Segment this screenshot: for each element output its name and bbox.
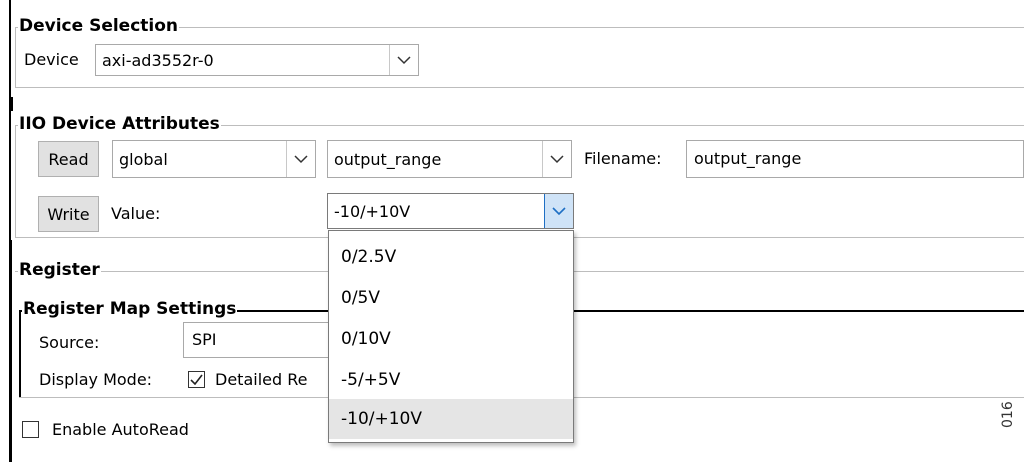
filename-label: Filename: (584, 149, 662, 168)
filename-field-value: output_range (694, 149, 802, 168)
detailed-checkbox-label: Detailed Re (215, 370, 308, 389)
attribute-combobox[interactable]: output_range (327, 140, 572, 178)
chevron-down-icon[interactable] (286, 141, 315, 177)
value-option-0-10v[interactable]: 0/10V (329, 319, 573, 359)
enable-autoread-label: Enable AutoRead (52, 420, 189, 439)
write-button[interactable]: Write (38, 196, 99, 232)
value-combobox-value: -10/+10V (334, 201, 411, 221)
device-selection-group-bottom-border (15, 87, 1024, 88)
device-selection-title: Device Selection (18, 15, 180, 37)
iio-group-left-border (15, 125, 16, 238)
source-field[interactable]: SPI (183, 322, 333, 358)
section-separator (9, 97, 13, 111)
detailed-checkbox[interactable] (188, 371, 205, 388)
value-option-0-2.5v[interactable]: 0/2.5V (329, 237, 573, 277)
read-button[interactable]: Read (38, 141, 99, 177)
chevron-down-icon[interactable] (544, 194, 573, 228)
value-dropdown-list[interactable]: 0/2.5V 0/5V 0/10V -5/+5V -10/+10V (328, 230, 574, 443)
value-option-minus10-plus10v[interactable]: -10/+10V (329, 399, 573, 439)
figure-id: 016 (1000, 401, 1016, 428)
chevron-down-icon[interactable] (389, 45, 418, 75)
chevron-down-icon[interactable] (542, 141, 571, 177)
channel-combobox[interactable]: global (112, 140, 316, 178)
display-mode-label: Display Mode: (39, 370, 153, 389)
map-settings-left-border (19, 310, 21, 398)
channel-combobox-value: global (119, 149, 168, 169)
register-map-settings-title: Register Map Settings (22, 298, 238, 320)
source-label: Source: (39, 333, 100, 352)
value-option-0-5v[interactable]: 0/5V (329, 278, 573, 318)
filename-field[interactable]: output_range (686, 140, 1024, 178)
checkmark-icon (190, 374, 203, 385)
value-option-minus5-plus5v[interactable]: -5/+5V (329, 360, 573, 400)
device-label: Device (24, 50, 79, 69)
device-combobox-value: axi-ad3552r-0 (102, 50, 214, 70)
value-combobox[interactable]: -10/+10V (327, 193, 574, 229)
enable-autoread-checkbox[interactable] (22, 421, 39, 438)
device-combobox[interactable]: axi-ad3552r-0 (95, 44, 419, 76)
iio-attributes-title: IIO Device Attributes (18, 113, 221, 135)
device-selection-group-left-border (15, 27, 16, 88)
register-title: Register (18, 259, 101, 281)
left-window-edge-lower (9, 240, 12, 462)
value-label: Value: (111, 204, 161, 223)
source-field-value: SPI (192, 330, 217, 349)
attribute-combobox-value: output_range (334, 149, 442, 169)
